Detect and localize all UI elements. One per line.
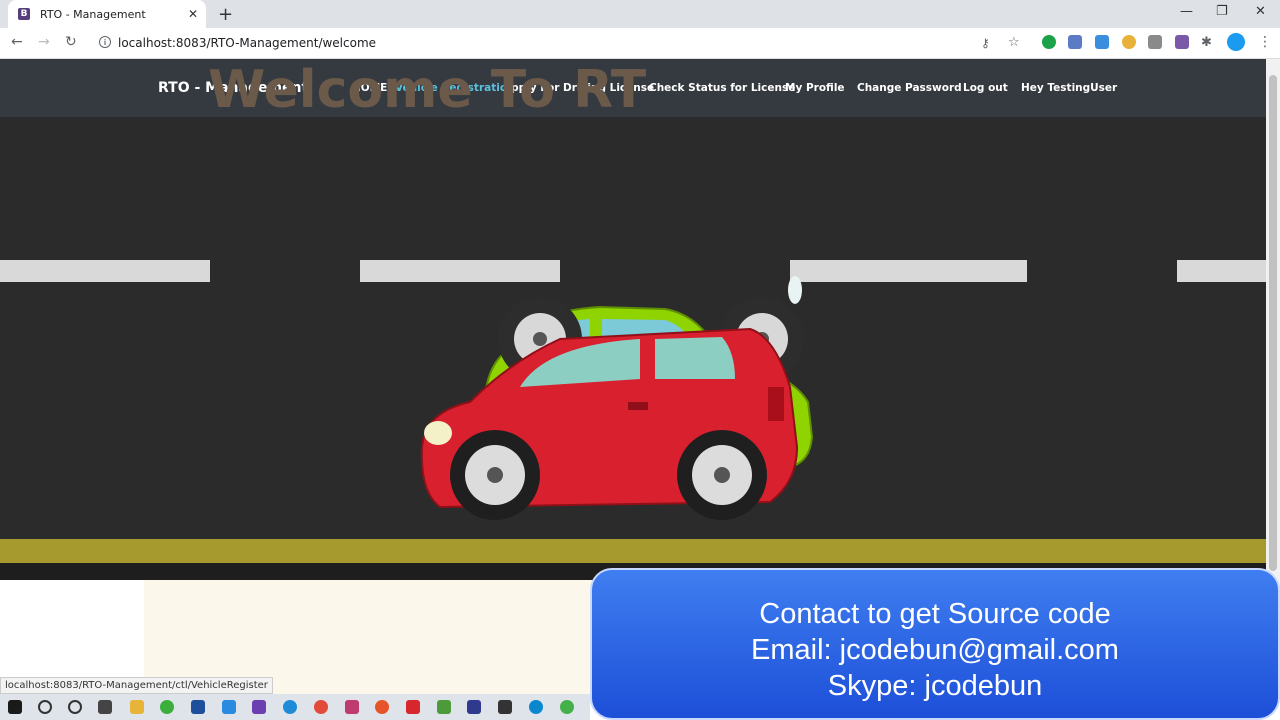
red-car-icon — [420, 327, 799, 520]
app-icon[interactable] — [191, 700, 205, 714]
browser-tab-strip: B RTO - Management ✕ + — ❐ ✕ — [0, 0, 1280, 28]
app-icon[interactable] — [498, 700, 512, 714]
back-icon[interactable]: ← — [11, 34, 23, 50]
welcome-heading: Welcome To RT — [208, 60, 647, 120]
contact-email: Email: jcodebun@gmail.com — [751, 634, 1119, 666]
nav-user-greeting[interactable]: Hey TestingUser — [1021, 82, 1117, 94]
nav-check-status[interactable]: Check Status for License — [649, 82, 795, 94]
puzzle-extensions-icon[interactable]: ✱ — [1201, 35, 1212, 50]
bootstrap-favicon-icon: B — [18, 8, 30, 20]
minimize-icon[interactable]: — — [1180, 4, 1193, 19]
maximize-icon[interactable]: ❐ — [1216, 4, 1228, 19]
address-bar[interactable]: localhost:8083/RTO-Management/welcome — [118, 36, 376, 50]
extension-icon[interactable] — [1122, 35, 1136, 49]
extension-icon[interactable] — [1175, 35, 1189, 49]
hero-image — [0, 117, 1266, 580]
app-icon[interactable] — [467, 700, 481, 714]
visual-studio-icon[interactable] — [252, 700, 266, 714]
extension-icon[interactable] — [1095, 35, 1109, 49]
new-tab-icon[interactable]: + — [218, 4, 233, 25]
close-tab-icon[interactable]: ✕ — [188, 7, 198, 21]
bookmark-star-icon[interactable]: ☆ — [1008, 35, 1020, 50]
skype-icon[interactable] — [529, 700, 543, 714]
close-window-icon[interactable]: ✕ — [1255, 4, 1266, 19]
extension-icon[interactable] — [1068, 35, 1082, 49]
cars-illustration — [420, 276, 814, 520]
task-view-icon[interactable] — [98, 700, 112, 714]
browser-toolbar: ← → ↻ i localhost:8083/RTO-Management/we… — [0, 28, 1280, 59]
forward-icon[interactable]: → — [38, 34, 50, 50]
app-icon[interactable] — [437, 700, 451, 714]
site-info-icon[interactable]: i — [99, 36, 111, 48]
windows-start-icon[interactable] — [8, 700, 22, 714]
nav-change-password[interactable]: Change Password — [857, 82, 962, 94]
status-bar-url: localhost:8083/RTO-Management/ctl/Vehicl… — [0, 677, 273, 694]
contact-banner: Contact to get Source code Email: jcodeb… — [590, 568, 1280, 720]
camera-extension-icon[interactable] — [1148, 35, 1162, 49]
app-icon[interactable] — [406, 700, 420, 714]
search-icon[interactable] — [38, 700, 52, 714]
app-icon[interactable] — [560, 700, 574, 714]
firefox-icon[interactable] — [375, 700, 389, 714]
file-explorer-icon[interactable] — [130, 700, 144, 714]
contact-line: Contact to get Source code — [759, 598, 1111, 630]
nav-my-profile[interactable]: My Profile — [785, 82, 845, 94]
edge-icon[interactable] — [283, 700, 297, 714]
chrome-icon[interactable] — [314, 700, 328, 714]
reload-icon[interactable]: ↻ — [65, 34, 77, 50]
profile-avatar-icon[interactable] — [1227, 33, 1245, 51]
app-icon[interactable] — [345, 700, 359, 714]
vscode-icon[interactable] — [222, 700, 236, 714]
grammarly-extension-icon[interactable] — [1042, 35, 1056, 49]
cortana-icon[interactable] — [68, 700, 82, 714]
key-icon[interactable]: ⚷ — [981, 36, 990, 50]
menu-dots-icon[interactable]: ⋮ — [1258, 34, 1272, 50]
road-center-line — [0, 539, 1266, 563]
scrollbar-thumb[interactable] — [1269, 75, 1277, 571]
browser-tab[interactable]: B RTO - Management ✕ — [8, 0, 206, 28]
app-icon[interactable] — [160, 700, 174, 714]
nav-log-out[interactable]: Log out — [963, 82, 1008, 94]
windows-taskbar — [0, 694, 590, 720]
tab-title: RTO - Management — [40, 7, 146, 21]
contact-skype: Skype: jcodebun — [827, 670, 1043, 702]
